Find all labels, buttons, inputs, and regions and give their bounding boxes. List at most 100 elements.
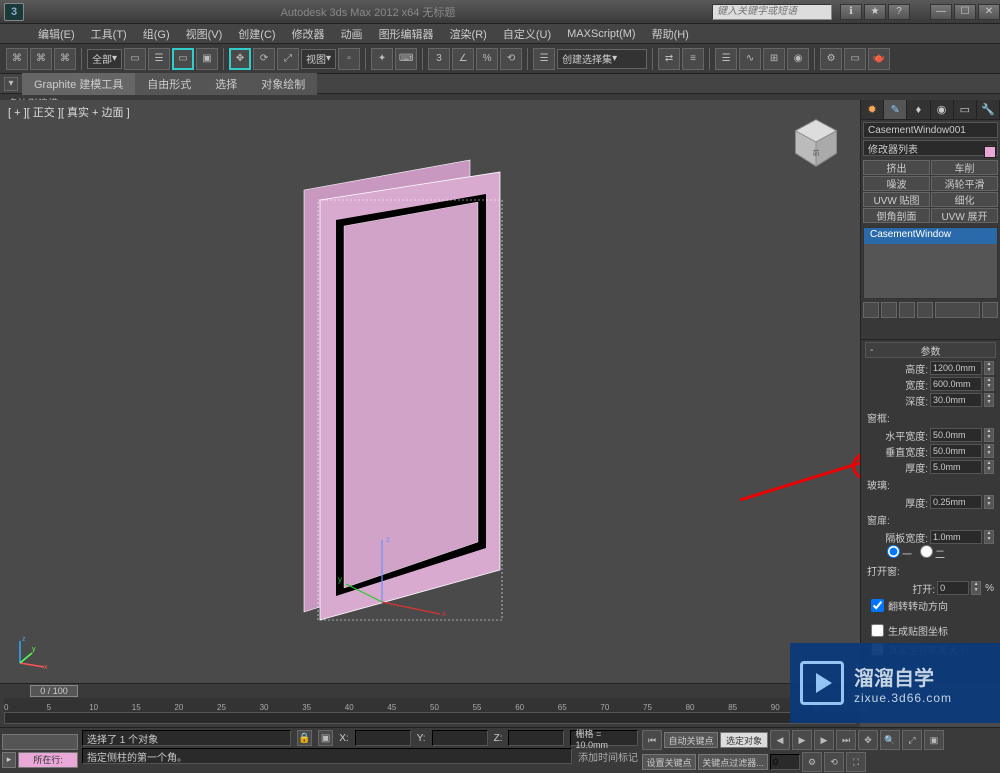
- open-arrows[interactable]: ▲▼: [971, 581, 981, 595]
- modifier-stack[interactable]: CasementWindow: [863, 227, 998, 299]
- tab-modify-icon[interactable]: ✎: [884, 100, 907, 119]
- pin-stack-icon[interactable]: [863, 302, 879, 318]
- bind-icon[interactable]: ⌘: [54, 48, 76, 70]
- select-name-icon[interactable]: ☰: [148, 48, 170, 70]
- refcoord-dropdown[interactable]: 视图 ▾: [301, 49, 336, 69]
- snap-icon[interactable]: 3: [428, 48, 450, 70]
- maximize-button[interactable]: ☐: [954, 4, 976, 20]
- tab-hierarchy-icon[interactable]: ♦: [907, 100, 930, 119]
- angle-snap-icon[interactable]: ∠: [452, 48, 474, 70]
- mirror-icon[interactable]: ⇄: [658, 48, 680, 70]
- time-scrollbar[interactable]: [4, 712, 856, 724]
- tab-display-icon[interactable]: ▭: [954, 100, 977, 119]
- flip-checkbox[interactable]: [871, 599, 884, 612]
- sash-one-radio[interactable]: 一: [887, 545, 912, 561]
- keymode-icon[interactable]: ⌨: [395, 48, 417, 70]
- render-icon[interactable]: 🫖: [868, 48, 890, 70]
- ribbon-expand-icon[interactable]: ▾: [4, 77, 18, 91]
- mod-extrude[interactable]: 挤出: [863, 160, 930, 175]
- mod-unwrap[interactable]: UVW 展开: [931, 208, 998, 223]
- z-coord-input[interactable]: [508, 730, 564, 746]
- prompt-toggle-icon[interactable]: ▸: [2, 752, 16, 768]
- select-icon[interactable]: ▭: [124, 48, 146, 70]
- help-icon[interactable]: ?: [888, 4, 910, 20]
- stack-item-base[interactable]: CasementWindow: [864, 228, 997, 244]
- render-frame-icon[interactable]: ▭: [844, 48, 866, 70]
- goto-start-icon[interactable]: ⏮: [642, 730, 662, 750]
- glass-thick-arrows[interactable]: ▲▼: [984, 495, 994, 509]
- align-icon[interactable]: ≡: [682, 48, 704, 70]
- tab-motion-icon[interactable]: ◉: [931, 100, 954, 119]
- curve-editor-icon[interactable]: ∿: [739, 48, 761, 70]
- viewcube[interactable]: 前: [788, 114, 844, 170]
- prompt-button[interactable]: 所在行:: [18, 752, 78, 768]
- minimize-button[interactable]: —: [930, 4, 952, 20]
- height-spinner[interactable]: 1200.0mm: [930, 361, 982, 375]
- info-icon[interactable]: ℹ: [840, 4, 862, 20]
- menu-tools[interactable]: 工具(T): [85, 24, 133, 44]
- schematic-icon[interactable]: ⊞: [763, 48, 785, 70]
- next-frame-icon[interactable]: ▶: [814, 730, 834, 750]
- thickness-spinner[interactable]: 5.0mm: [930, 460, 982, 474]
- vwidth-spinner[interactable]: 50.0mm: [930, 444, 982, 458]
- tab-create-icon[interactable]: ✹: [861, 100, 884, 119]
- menu-edit[interactable]: 编辑(E): [32, 24, 81, 44]
- genuv-checkbox[interactable]: [871, 624, 884, 637]
- link-icon[interactable]: ⌘: [6, 48, 28, 70]
- layers-icon[interactable]: ☰: [715, 48, 737, 70]
- sash-two-radio[interactable]: 二: [920, 545, 945, 561]
- menu-create[interactable]: 创建(C): [232, 24, 281, 44]
- move-icon[interactable]: ✥: [229, 48, 251, 70]
- depth-arrows[interactable]: ▲▼: [984, 393, 994, 407]
- vwidth-arrows[interactable]: ▲▼: [984, 444, 994, 458]
- hwidth-spinner[interactable]: 50.0mm: [930, 428, 982, 442]
- maximize-vp-icon[interactable]: ⛶: [846, 752, 866, 772]
- spinner-snap-icon[interactable]: ⟲: [500, 48, 522, 70]
- material-icon[interactable]: ◉: [787, 48, 809, 70]
- menu-maxscript[interactable]: MAXScript(M): [561, 26, 641, 42]
- object-color-swatch[interactable]: [984, 146, 996, 158]
- current-frame-input[interactable]: [770, 754, 800, 770]
- play-icon[interactable]: ▶: [792, 730, 812, 750]
- fov-icon[interactable]: ⤢: [902, 730, 922, 750]
- script-mini-listener[interactable]: [2, 734, 78, 750]
- mod-tessellate[interactable]: 细化: [931, 192, 998, 207]
- width-spinner[interactable]: 600.0mm: [930, 377, 982, 391]
- menu-render[interactable]: 渲染(R): [444, 24, 493, 44]
- close-button[interactable]: ✕: [978, 4, 1000, 20]
- mod-uvwmap[interactable]: UVW 贴图: [863, 192, 930, 207]
- timeconfig-icon[interactable]: ⚙: [802, 752, 822, 772]
- ribbon-tab-selection[interactable]: 选择: [203, 73, 249, 95]
- menu-help[interactable]: 帮助(H): [646, 24, 695, 44]
- keyfilters-button[interactable]: 关键点过滤器...: [698, 754, 768, 770]
- ribbon-tab-freeform[interactable]: 自由形式: [135, 73, 203, 95]
- scale-icon[interactable]: ⤢: [277, 48, 299, 70]
- menu-animation[interactable]: 动画: [335, 24, 369, 44]
- casement-window-model[interactable]: z x y: [300, 160, 520, 620]
- rect-select-icon[interactable]: ▭: [172, 48, 194, 70]
- ribbon-tab-paint[interactable]: 对象绘制: [249, 73, 317, 95]
- time-ruler[interactable]: 0510152025303540455055606570758085909510…: [4, 698, 856, 712]
- thickness-arrows[interactable]: ▲▼: [984, 460, 994, 474]
- lock-icon[interactable]: 🔒: [297, 730, 312, 746]
- goto-end-icon[interactable]: ⏭: [836, 730, 856, 750]
- help-search-input[interactable]: [712, 4, 832, 20]
- pan-icon[interactable]: ✥: [858, 730, 878, 750]
- hwidth-arrows[interactable]: ▲▼: [984, 428, 994, 442]
- panel-width-arrows[interactable]: ▲▼: [984, 530, 994, 544]
- show-end-icon[interactable]: [881, 302, 897, 318]
- menu-customize[interactable]: 自定义(U): [497, 24, 557, 44]
- time-slider-handle[interactable]: 0 / 100: [30, 685, 78, 697]
- rotate-icon[interactable]: ⟳: [253, 48, 275, 70]
- autokey-button[interactable]: 自动关键点: [664, 732, 718, 748]
- editnamedsel-icon[interactable]: ☰: [533, 48, 555, 70]
- open-spinner[interactable]: 0: [937, 581, 969, 595]
- mod-bevel[interactable]: 倒角剖面: [863, 208, 930, 223]
- modifier-list-dropdown[interactable]: 修改器列表▾: [863, 140, 998, 156]
- viewport[interactable]: [ + ][ 正交 ][ 真实 + 边面 ] 前 z x y: [0, 100, 860, 683]
- unique-icon[interactable]: [899, 302, 915, 318]
- y-coord-input[interactable]: [432, 730, 488, 746]
- setkey-button[interactable]: 设置关键点: [642, 754, 696, 770]
- keyfilter-dropdown[interactable]: 选定对象: [720, 732, 768, 748]
- viewport-label[interactable]: [ + ][ 正交 ][ 真实 + 边面 ]: [8, 104, 130, 120]
